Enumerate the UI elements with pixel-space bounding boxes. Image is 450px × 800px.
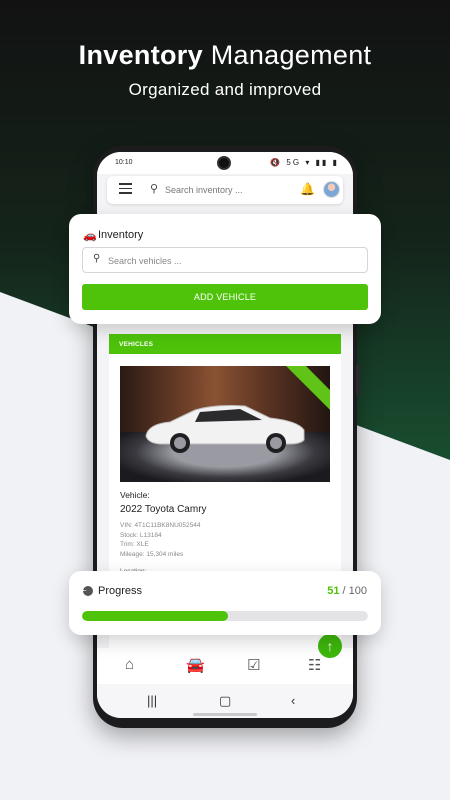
inventory-title: Inventory — [98, 229, 144, 241]
progress-fill — [82, 611, 228, 621]
vehicle-search-input[interactable]: ⚲ Search vehicles ... — [82, 247, 368, 273]
search-icon: ⚲ — [93, 253, 101, 264]
gesture-pill — [193, 713, 257, 716]
search-icon: ⚲ — [150, 183, 159, 195]
inventory-card: 🚗 Inventory ⚲ Search vehicles ... ADD VE… — [69, 214, 381, 324]
add-vehicle-button[interactable]: ADD VEHICLE — [82, 284, 368, 310]
vehicle-mileage: Mileage: 15,304 miles — [120, 550, 184, 558]
vehicle-trim: Trim: XLE — [120, 541, 149, 548]
progress-label: Progress — [98, 585, 143, 597]
bell-icon[interactable]: 🔔 — [300, 182, 315, 196]
menu-icon[interactable] — [119, 183, 132, 195]
pie-icon — [83, 586, 93, 596]
status-bar: 10:10 🔇 5G ▾ ▮▮ ▮ — [97, 152, 353, 174]
vehicle-search-placeholder: Search vehicles ... — [108, 256, 182, 266]
status-icons: 🔇 5G ▾ ▮▮ ▮ — [270, 158, 339, 167]
vehicles-header: VEHICLES — [109, 334, 341, 354]
vehicle-vin: VIN: 4T1C11BK8NU052544 — [120, 522, 201, 529]
top-app-bar: ⚲ Search inventory ... 🔔 — [107, 176, 343, 204]
home-system-icon[interactable]: ▢ — [219, 693, 231, 709]
system-nav-bar: ||| ▢ ‹ — [97, 684, 353, 718]
vehicle-name[interactable]: 2022 Toyota Camry — [120, 504, 207, 515]
vehicle-details: VIN: 4T1C11BK8NU052544 Stock: L13184 Tri… — [120, 521, 200, 559]
car-nav-icon[interactable]: 🚘 — [186, 656, 205, 674]
phone-side-button — [356, 365, 360, 395]
car-icon: 🚗 — [83, 230, 97, 242]
progress-card: Progress 51 / 100 — [69, 571, 381, 635]
checkbox-icon[interactable]: ☑ — [247, 656, 260, 674]
arrow-up-icon[interactable]: ↑ — [318, 634, 342, 658]
hero-title-bold: Inventory — [78, 40, 203, 70]
vehicle-label: Vehicle: — [120, 490, 150, 500]
progress-count: 51 / 100 — [327, 585, 367, 597]
recents-icon[interactable]: ||| — [147, 693, 157, 708]
progress-done: 51 — [327, 585, 340, 597]
qr-scan-icon[interactable]: ☷ — [308, 656, 321, 674]
vehicle-stock: Stock: L13184 — [120, 531, 162, 539]
vehicle-photo[interactable] — [120, 366, 330, 482]
hero-title: Inventory Management — [0, 40, 450, 71]
status-time: 10:10 — [115, 159, 133, 166]
car-illustration — [145, 405, 305, 453]
hero-subtitle: Organized and improved — [128, 80, 322, 99]
back-icon[interactable]: ‹ — [291, 693, 295, 708]
hero-title-rest: Management — [210, 40, 372, 70]
inventory-search-input[interactable]: Search inventory ... — [165, 185, 243, 195]
progress-track — [82, 611, 368, 621]
progress-total: / 100 — [342, 585, 367, 597]
home-icon[interactable]: ⌂ — [125, 656, 134, 673]
bottom-nav: ⌂ 🚘 ☑ ☷ — [97, 648, 353, 684]
camera-cutout — [217, 156, 231, 170]
avatar[interactable] — [323, 181, 340, 198]
